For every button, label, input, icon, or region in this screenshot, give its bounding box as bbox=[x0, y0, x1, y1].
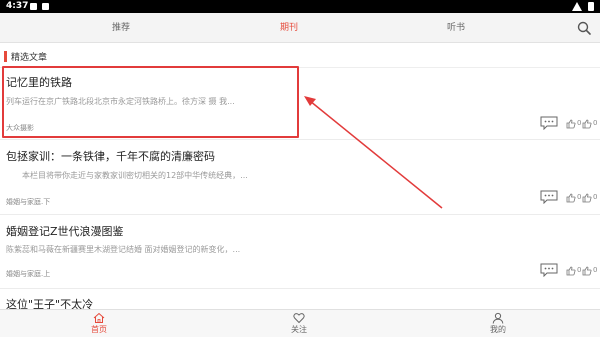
heart-icon bbox=[293, 313, 305, 324]
nav-home-label: 首页 bbox=[91, 325, 107, 334]
comment-icon[interactable] bbox=[540, 190, 558, 204]
like-count: 0 bbox=[577, 266, 582, 274]
tab-periodicals[interactable]: 期刊 bbox=[259, 13, 319, 43]
nav-profile[interactable]: 我的 bbox=[468, 312, 528, 337]
like-count: 0 bbox=[577, 119, 582, 127]
tab-audiobooks[interactable]: 听书 bbox=[426, 13, 486, 43]
section-accent-bar bbox=[4, 51, 7, 62]
article-feed: 记忆里的铁路 列车运行在京广铁路北段北京市永定河铁路桥上。徐方深 摄 我... … bbox=[0, 68, 600, 309]
article-source: 大众摄影 bbox=[6, 124, 34, 132]
dislike-count: 0 bbox=[593, 266, 598, 274]
thumbs-up-icon-secondary[interactable] bbox=[582, 193, 592, 203]
article-title: 记忆里的铁路 bbox=[6, 76, 72, 89]
battery-icon bbox=[588, 2, 594, 11]
profile-icon bbox=[492, 312, 504, 324]
notification-icon bbox=[30, 3, 37, 10]
thumbs-up-icon[interactable] bbox=[566, 193, 576, 203]
article-actions: 0 0 bbox=[540, 190, 598, 208]
nav-home[interactable]: 首页 bbox=[69, 312, 129, 337]
thumbs-up-icon[interactable] bbox=[566, 119, 576, 129]
notification-icon-2 bbox=[42, 3, 49, 10]
nav-follow[interactable]: 关注 bbox=[269, 312, 329, 337]
thumbs-up-icon-secondary[interactable] bbox=[582, 266, 592, 276]
dislike-count: 0 bbox=[593, 193, 598, 201]
bottom-nav: 首页 关注 我的 bbox=[0, 309, 600, 337]
section-title: 精选文章 bbox=[11, 53, 48, 63]
article-actions: 0 0 bbox=[540, 263, 598, 281]
thumbs-up-icon-secondary[interactable] bbox=[582, 119, 592, 129]
article-card-2[interactable]: 包拯家训：一条铁律，千年不腐的清廉密码 本栏目将带你走近与家教家训密切相关的12… bbox=[0, 140, 600, 215]
article-title: 婚姻登记Z世代浪漫图鉴 bbox=[6, 225, 124, 238]
like-count: 0 bbox=[577, 193, 582, 201]
signal-icon bbox=[572, 2, 582, 11]
article-summary: 本栏目将带你走近与家教家训密切相关的12部中华传统经典，... bbox=[22, 171, 248, 180]
article-card-1[interactable]: 记忆里的铁路 列车运行在京广铁路北段北京市永定河铁路桥上。徐方深 摄 我... … bbox=[0, 68, 600, 140]
article-source: 婚姻与家庭.下 bbox=[6, 198, 51, 206]
article-summary: 陈紫蕊和马薇在新疆赛里木湖登记结婚 面对婚姻登记的新变化，... bbox=[6, 245, 241, 254]
top-tab-bar: 推荐 期刊 听书 bbox=[0, 13, 600, 43]
article-actions: 0 0 bbox=[540, 116, 598, 134]
tab-recommend[interactable]: 推荐 bbox=[91, 13, 151, 43]
dislike-count: 0 bbox=[593, 119, 598, 127]
section-header: 精选文章 bbox=[0, 44, 600, 68]
article-title: 这位"王子"不太冷 bbox=[6, 298, 94, 309]
thumbs-up-icon[interactable] bbox=[566, 266, 576, 276]
comment-icon[interactable] bbox=[540, 116, 558, 130]
status-time: 4:37 bbox=[6, 1, 29, 11]
app-screen: 4:37 推荐 期刊 听书 精选文章 记忆里的铁路 列车运行在京广铁路北段北京市… bbox=[0, 0, 600, 337]
article-summary: 列车运行在京广铁路北段北京市永定河铁路桥上。徐方深 摄 我... bbox=[6, 97, 235, 106]
home-icon bbox=[93, 312, 105, 323]
nav-follow-label: 关注 bbox=[291, 325, 307, 334]
status-bar: 4:37 bbox=[0, 0, 600, 13]
comment-icon[interactable] bbox=[540, 263, 558, 277]
article-title: 包拯家训：一条铁律，千年不腐的清廉密码 bbox=[6, 150, 215, 163]
search-icon[interactable] bbox=[576, 20, 592, 36]
article-source: 婚姻与家庭.上 bbox=[6, 270, 51, 278]
article-card-4[interactable]: 这位"王子"不太冷 bbox=[0, 289, 600, 309]
nav-profile-label: 我的 bbox=[490, 325, 506, 334]
article-card-3[interactable]: 婚姻登记Z世代浪漫图鉴 陈紫蕊和马薇在新疆赛里木湖登记结婚 面对婚姻登记的新变化… bbox=[0, 215, 600, 289]
